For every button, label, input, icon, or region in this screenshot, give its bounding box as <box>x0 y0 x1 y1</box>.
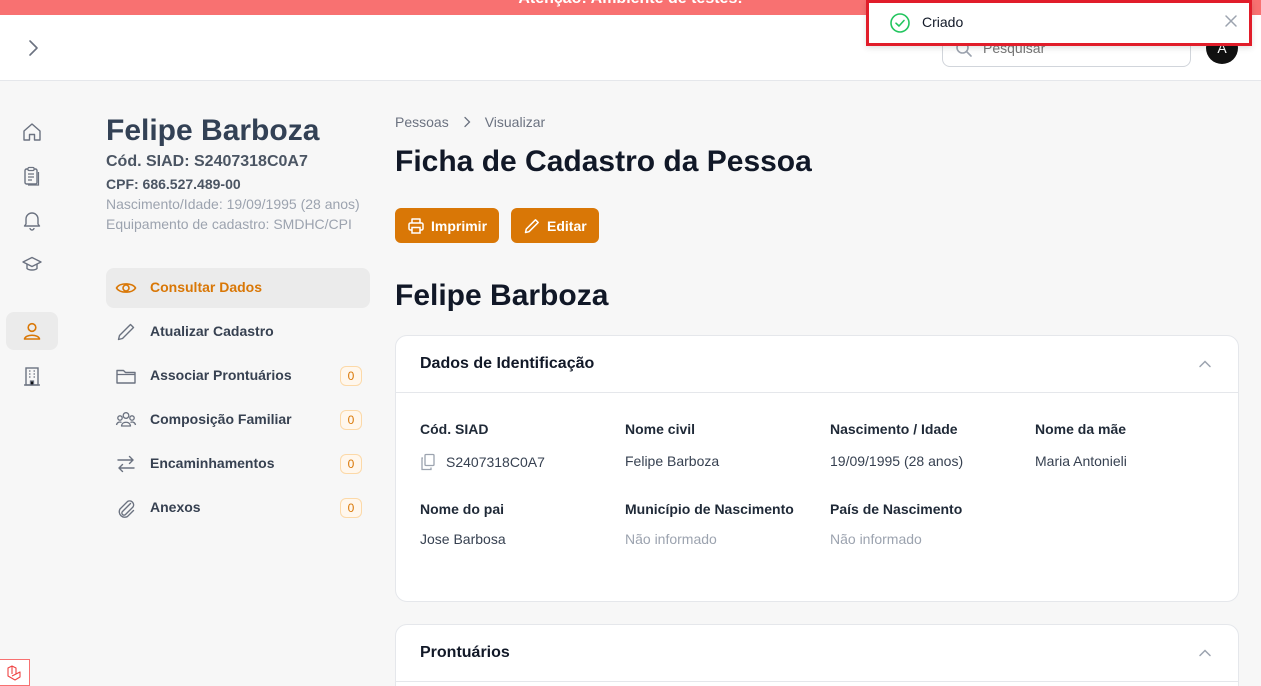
count-badge: 0 <box>340 454 362 474</box>
user-icon <box>23 322 41 340</box>
arrows-swap-icon <box>115 453 137 475</box>
profile-menu: Consultar Dados Atualizar Cadastro Assoc… <box>106 268 370 532</box>
menu-item-label: Encaminhamentos <box>150 455 275 471</box>
chevron-right-icon <box>29 40 38 56</box>
building-icon <box>24 367 40 386</box>
main-content: Pessoas Visualizar Ficha de Cadastro da … <box>395 110 1240 312</box>
printer-icon <box>408 217 424 234</box>
bell-icon <box>23 212 41 231</box>
menu-item-encaminhamentos[interactable]: Encaminhamentos 0 <box>106 444 370 484</box>
field-label: Nome civil <box>625 421 696 437</box>
siad-value: S2407318C0A7 <box>446 454 545 470</box>
paperclip-icon <box>115 497 137 519</box>
menu-item-label: Consultar Dados <box>150 279 263 295</box>
rail-item-education[interactable] <box>6 245 58 283</box>
menu-item-label: Associar Prontuários <box>150 367 292 383</box>
rail-item-records[interactable] <box>6 157 58 195</box>
folder-icon <box>115 365 137 387</box>
card-title: Dados de Identificação <box>420 355 595 372</box>
field-nascimento: Nascimento / Idade 19/09/1995 (28 anos) <box>830 421 1030 469</box>
profile-summary: Felipe Barboza Cód. SIAD: S2407318C0A7 C… <box>106 112 376 234</box>
card-header[interactable]: Prontuários <box>396 625 1238 682</box>
chevron-right-icon <box>463 116 471 128</box>
copy-icon[interactable] <box>420 453 436 471</box>
laravel-icon <box>6 664 21 681</box>
menu-item-consultar-dados[interactable]: Consultar Dados <box>106 268 370 308</box>
count-badge: 0 <box>340 410 362 430</box>
field-value: Felipe Barboza <box>625 453 720 469</box>
check-circle-icon <box>889 12 911 39</box>
card-header[interactable]: Dados de Identificação <box>396 336 1238 393</box>
menu-item-associar-prontuarios[interactable]: Associar Prontuários 0 <box>106 356 370 396</box>
field-pais: País de Nascimento Não informado <box>830 501 1030 547</box>
edit-button[interactable]: Editar <box>511 208 599 243</box>
profile-cpf: CPF: 686.527.489-00 <box>106 176 241 192</box>
person-name-heading: Felipe Barboza <box>395 279 609 312</box>
card-title: Prontuários <box>420 644 510 661</box>
menu-item-label: Atualizar Cadastro <box>150 323 274 339</box>
field-cod-siad: Cód. SIAD S2407318C0A7 <box>420 421 620 471</box>
clipboard-icon <box>24 166 40 186</box>
rail-item-home[interactable] <box>6 113 58 151</box>
field-label: Cód. SIAD <box>420 421 489 437</box>
rail-item-notifications[interactable] <box>6 201 58 239</box>
action-bar: Imprimir Editar <box>395 208 611 243</box>
expand-sidebar-button[interactable] <box>22 35 44 61</box>
profile-birth: Nascimento/Idade: 19/09/1995 (28 anos) <box>106 196 360 212</box>
print-button-label: Imprimir <box>431 217 488 234</box>
field-value: Jose Barbosa <box>420 531 506 547</box>
print-button[interactable]: Imprimir <box>395 208 500 243</box>
field-label: Nome do pai <box>420 501 505 517</box>
laravel-logo <box>0 659 30 686</box>
pencil-icon <box>115 321 137 343</box>
field-label: Município de Nascimento <box>625 501 794 517</box>
menu-item-composicao-familiar[interactable]: Composição Familiar 0 <box>106 400 370 440</box>
profile-equipment: Equipamento de cadastro: SMDHC/CPI <box>106 216 352 232</box>
breadcrumb-item-visualizar: Visualizar <box>484 114 546 130</box>
users-icon <box>115 409 137 431</box>
rail-item-institutions[interactable] <box>6 357 58 395</box>
field-nome-civil: Nome civil Felipe Barboza <box>625 421 825 469</box>
page-title: Ficha de Cadastro da Pessoa <box>395 145 812 178</box>
field-value: S2407318C0A7 <box>420 453 620 471</box>
graduation-cap-icon <box>22 256 42 271</box>
field-label: País de Nascimento <box>830 501 963 517</box>
field-nome-pai: Nome do pai Jose Barbosa <box>420 501 620 547</box>
identification-card: Dados de Identificação Cód. SIAD S240731… <box>395 335 1239 602</box>
home-icon <box>23 123 41 141</box>
field-nome-mae: Nome da mãe Maria Antonieli <box>1035 421 1235 469</box>
chevron-up-icon[interactable] <box>1198 356 1212 374</box>
breadcrumb-item-pessoas[interactable]: Pessoas <box>395 114 449 130</box>
field-label: Nascimento / Idade <box>830 421 958 437</box>
toast-message: Criado <box>922 14 964 30</box>
field-value: Maria Antonieli <box>1035 453 1127 469</box>
rail-item-people[interactable] <box>6 312 58 350</box>
close-icon[interactable] <box>1222 12 1240 35</box>
field-value: 19/09/1995 (28 anos) <box>830 453 964 469</box>
menu-item-label: Anexos <box>150 499 201 515</box>
icon-rail <box>0 81 64 686</box>
menu-item-label: Composição Familiar <box>150 411 292 427</box>
field-value: Não informado <box>830 531 922 547</box>
chevron-up-icon[interactable] <box>1198 645 1212 663</box>
edit-button-label: Editar <box>547 217 587 234</box>
records-card: Prontuários <box>395 624 1239 686</box>
field-municipio: Município de Nascimento Não informado <box>625 501 825 547</box>
eye-icon <box>115 277 137 299</box>
pencil-icon <box>524 218 539 233</box>
profile-name: Felipe Barboza <box>106 114 320 147</box>
field-label: Nome da mãe <box>1035 421 1127 437</box>
menu-item-atualizar-cadastro[interactable]: Atualizar Cadastro <box>106 312 370 352</box>
success-toast: Criado <box>866 0 1252 46</box>
count-badge: 0 <box>340 498 362 518</box>
menu-item-anexos[interactable]: Anexos 0 <box>106 488 370 528</box>
count-badge: 0 <box>340 366 362 386</box>
field-value: Não informado <box>625 531 717 547</box>
profile-siad: Cód. SIAD: S2407318C0A7 <box>106 153 308 170</box>
breadcrumb: Pessoas Visualizar <box>395 110 1240 134</box>
